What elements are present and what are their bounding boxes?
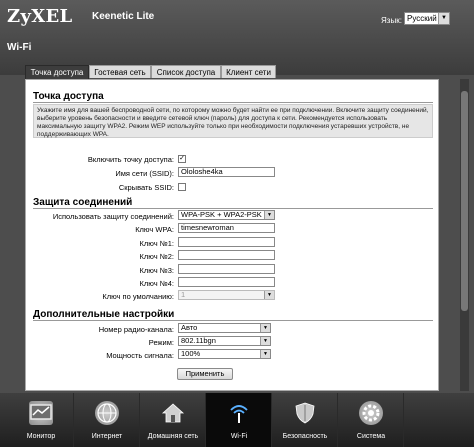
nav-wifi-label: Wi-Fi [230,433,248,440]
channel-value: Авто [181,323,198,332]
model-name: Keenetic Lite [92,11,155,22]
section-title-access-point: Точка доступа [33,91,104,102]
security-mode-label: Использовать защиту соединений: [52,212,174,221]
key3-label: Ключ №3: [139,266,175,275]
checkmark-icon: ✓ [179,155,185,162]
tab-network-client[interactable]: Клиент сети [221,65,276,78]
security-mode-value: WPA-PSK + WPA2-PSK [181,210,262,219]
wifi-icon [227,401,251,425]
nav-home-network[interactable]: Домашняя сеть [140,393,206,447]
section-title-security: Защита соединений [33,197,133,208]
home-icon [161,401,185,425]
hide-ssid-label: Скрывать SSID: [118,183,174,192]
nav-home-network-label: Домашняя сеть [147,433,199,440]
shield-icon [293,401,317,425]
wpa-key-input[interactable]: timesnewroman [178,223,275,233]
chevron-down-icon: ▼ [264,291,274,299]
gear-icon [359,401,383,425]
bottom-nav: Монитор Интернет Домашняя сеть Wi-Fi Без… [0,393,474,447]
mode-label: Режим: [148,338,174,347]
nav-system-label: Система [356,433,386,440]
nav-monitor-label: Монитор [26,433,56,440]
channel-label: Номер радио-канала: [98,325,174,334]
chevron-down-icon: ▼ [260,337,270,345]
scrollbar[interactable] [460,79,469,391]
tab-access-point[interactable]: Точка доступа [25,65,89,79]
chevron-down-icon: ▼ [260,350,270,358]
ssid-label: Имя сети (SSID): [115,169,174,178]
key2-label: Ключ №2: [139,252,175,261]
nav-internet[interactable]: Интернет [74,393,140,447]
section-title-advanced: Дополнительные настройки [33,309,175,320]
settings-panel: Точка доступа Укажите имя для вашей бесп… [25,79,439,391]
tab-guest-network[interactable]: Гостевая сеть [89,65,151,78]
default-key-label: Ключ по умолчанию: [102,292,174,301]
mode-select[interactable]: 802.11bgn ▼ [178,336,271,346]
divider [33,320,433,321]
nav-security[interactable]: Безопасность [272,393,338,447]
wpa-key-label: Ключ WPA: [135,225,174,234]
channel-select[interactable]: Авто ▼ [178,323,271,333]
ssid-input[interactable]: Ololoshe4ka [178,167,275,177]
language-select[interactable]: Русский ▼ [404,12,450,25]
nav-internet-label: Интернет [91,433,123,440]
chevron-down-icon: ▼ [438,13,449,24]
power-select[interactable]: 100% ▼ [178,349,271,359]
enable-ap-checkbox[interactable]: ✓ [178,155,186,163]
power-value: 100% [181,349,201,358]
zyxel-logo: ZyXEL [7,6,73,27]
key1-label: Ключ №1: [139,239,175,248]
language-value: Русский [407,14,437,23]
header: ZyXEL Keenetic Lite Язык: Русский ▼ Wi-F… [0,0,474,75]
key2-input[interactable] [178,250,275,260]
key4-label: Ключ №4: [139,279,175,288]
power-label: Мощность сигнала: [106,351,174,360]
nav-system[interactable]: Система [338,393,404,447]
default-key-value: 1 [181,290,186,299]
tab-access-list[interactable]: Список доступа [151,65,221,78]
key1-input[interactable] [178,237,275,247]
security-mode-select[interactable]: WPA-PSK + WPA2-PSK ▼ [178,210,275,220]
monitor-icon [29,401,53,425]
nav-security-label: Безопасность [282,433,328,440]
scrollbar-thumb[interactable] [461,91,468,311]
key4-input[interactable] [178,277,275,287]
nav-monitor[interactable]: Монитор [8,393,74,447]
router-admin-window: ZyXEL Keenetic Lite Язык: Русский ▼ Wi-F… [0,0,474,447]
apply-button[interactable]: Применить [177,368,233,380]
mode-value: 802.11bgn [181,336,216,345]
default-key-select[interactable]: 1 ▼ [178,290,275,300]
key3-input[interactable] [178,264,275,274]
language-label: Язык: [381,16,402,25]
page-title: Wi-Fi [7,42,32,53]
divider [33,102,433,103]
globe-icon [95,401,119,425]
nav-wifi[interactable]: Wi-Fi [206,393,272,447]
hide-ssid-checkbox[interactable] [178,183,186,191]
chevron-down-icon: ▼ [260,324,270,332]
enable-ap-label: Включить точку доступа: [87,155,174,164]
divider [33,208,433,209]
chevron-down-icon: ▼ [264,211,274,219]
info-box: Укажите имя для вашей беспроводной сети,… [33,104,433,138]
